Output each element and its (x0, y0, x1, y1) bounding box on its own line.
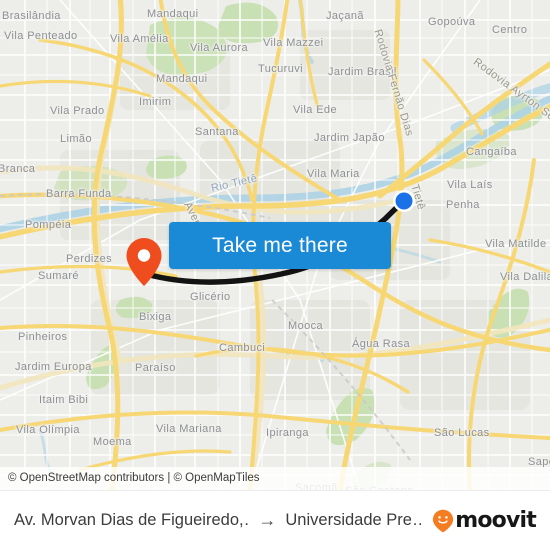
route-summary: Av. Morvan Dias de Figueiredo,… → Univer… (14, 510, 422, 531)
destination-label: Universidade Pre… (285, 511, 423, 529)
origin-label: Av. Morvan Dias de Figueiredo,… (14, 511, 250, 529)
take-me-there-button[interactable]: Take me there (169, 222, 391, 269)
moovit-wordmark: moovit (455, 508, 537, 533)
trip-footer-bar: Av. Morvan Dias de Figueiredo,… → Univer… (0, 490, 550, 550)
moovit-logo[interactable]: moovit (432, 508, 537, 533)
map-attribution: © OpenStreetMap contributors | © OpenMap… (0, 467, 550, 490)
take-me-there-label: Take me there (212, 233, 348, 257)
destination-marker (393, 190, 415, 212)
moovit-pin-smiley-icon (433, 509, 454, 532)
moovit-trip-share-card: Brasilândia Mandaqui Jaçanã Gopoúva Centro Vi… (0, 0, 550, 550)
arrow-right-icon: → (258, 510, 277, 530)
